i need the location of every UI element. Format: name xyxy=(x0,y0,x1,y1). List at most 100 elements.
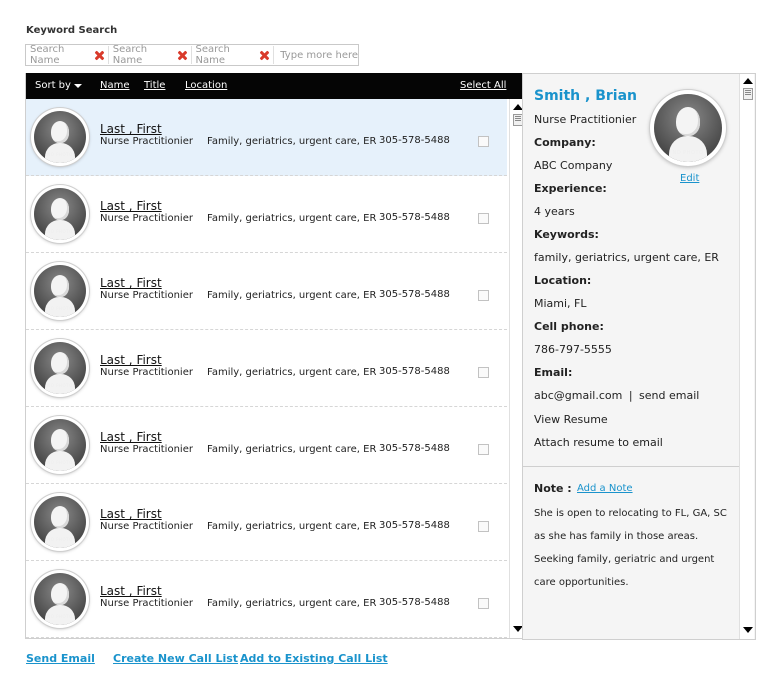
detail-scrollbar[interactable] xyxy=(739,74,754,639)
no-photo-label: NO PHOTO xyxy=(672,150,704,156)
candidate-phone: 305-578-5488 xyxy=(379,135,450,146)
candidate-name-link[interactable]: Last , First xyxy=(100,584,162,598)
avatar: NO PHOTO xyxy=(31,108,89,166)
remove-chip-icon[interactable] xyxy=(259,50,269,61)
candidate-list-panel: Sort by Name Title Location Select All N… xyxy=(25,73,524,639)
avatar: NO PHOTO xyxy=(31,493,89,551)
candidate-name-link[interactable]: Last , First xyxy=(100,430,162,444)
candidate-phone: 305-578-5488 xyxy=(379,212,450,223)
no-photo-label: NO PHOTO xyxy=(47,306,73,311)
candidate-title: Nurse Practitionier xyxy=(100,598,193,609)
keywords-label: Keywords: xyxy=(534,228,599,241)
candidate-keywords: Family, geriatrics, urgent care, ER xyxy=(207,213,377,224)
candidate-title: Nurse Practitionier xyxy=(100,136,193,147)
sort-title-link[interactable]: Title xyxy=(144,80,165,91)
email-line: abc@gmail.com | send email xyxy=(534,389,699,402)
search-input[interactable]: Type more here xyxy=(274,50,358,61)
no-photo-label: NO PHOTO xyxy=(47,229,73,234)
table-row[interactable]: NO PHOTO Last , First Nurse Practitionier F… xyxy=(26,330,507,407)
table-row[interactable]: NO PHOTO Last , First Nurse Practitionier F… xyxy=(26,253,507,330)
candidate-phone: 305-578-5488 xyxy=(379,597,450,608)
row-checkbox[interactable] xyxy=(478,213,489,224)
search-chip: Search Name xyxy=(26,44,109,66)
candidate-name-link[interactable]: Last , First xyxy=(100,276,162,290)
note-line: Seeking family, geriatric and urgent xyxy=(534,554,715,565)
add-existing-call-list-button[interactable]: Add to Existing Call List xyxy=(240,652,388,665)
candidate-keywords: Family, geriatrics, urgent care, ER xyxy=(207,367,377,378)
sort-name-link[interactable]: Name xyxy=(100,80,130,91)
note-label: Note : xyxy=(534,482,572,495)
attach-resume-link[interactable]: Attach resume to email xyxy=(534,436,663,449)
avatar: NO PHOTO xyxy=(31,416,89,474)
note-line: care opportunities. xyxy=(534,577,629,588)
divider xyxy=(523,466,739,467)
row-checkbox[interactable] xyxy=(478,290,489,301)
sort-by-button[interactable]: Sort by xyxy=(35,80,71,91)
table-row[interactable]: NO PHOTO Last , First Nurse Practitionier F… xyxy=(26,407,507,484)
experience-label: Experience: xyxy=(534,182,607,195)
row-checkbox[interactable] xyxy=(478,521,489,532)
candidate-keywords: Family, geriatrics, urgent care, ER xyxy=(207,598,377,609)
sort-caret-icon[interactable] xyxy=(74,84,82,88)
create-call-list-button[interactable]: Create New Call List xyxy=(113,652,238,665)
note-line: as she has family in those areas. xyxy=(534,531,699,542)
avatar: NO PHOTO xyxy=(31,339,89,397)
keyword-search-bar[interactable]: Search Name Search Name Search Name Type… xyxy=(25,44,359,66)
candidate-name-link[interactable]: Last , First xyxy=(100,353,162,367)
search-chip-label: Search Name xyxy=(195,44,230,66)
candidate-keywords: Family, geriatrics, urgent care, ER xyxy=(207,521,377,532)
candidate-name-link[interactable]: Last , First xyxy=(100,199,162,213)
avatar: NO PHOTO xyxy=(31,570,89,628)
note-text: She is open to relocating to FL, GA, SC … xyxy=(534,502,734,594)
no-photo-label: NO PHOTO xyxy=(47,460,73,465)
row-checkbox[interactable] xyxy=(478,136,489,147)
location-value: Miami, FL xyxy=(534,297,587,310)
experience-value: 4 years xyxy=(534,205,575,218)
candidate-phone: 305-578-5488 xyxy=(379,443,450,454)
note-line: She is open to relocating to FL, GA, SC xyxy=(534,508,727,519)
add-note-link[interactable]: Add a Note xyxy=(577,483,633,494)
candidate-title: Nurse Practitionier xyxy=(100,367,193,378)
cell-phone-value: 786-797-5555 xyxy=(534,343,612,356)
table-row[interactable]: NO PHOTO Last , First Nurse Practitionier F… xyxy=(26,176,507,253)
select-all-link[interactable]: Select All xyxy=(460,80,506,91)
row-checkbox[interactable] xyxy=(478,598,489,609)
candidate-title: Nurse Practitionier xyxy=(100,521,193,532)
list-header: Sort by Name Title Location Select All xyxy=(26,73,523,99)
avatar: NO PHOTO xyxy=(31,185,89,243)
table-row[interactable]: NO PHOTO Last , First Nurse Practitionier F… xyxy=(26,484,507,561)
location-label: Location: xyxy=(534,274,592,287)
row-checkbox[interactable] xyxy=(478,444,489,455)
search-chip: Search Name xyxy=(192,44,275,66)
candidate-title: Nurse Practitionier xyxy=(100,444,193,455)
company-value: ABC Company xyxy=(534,159,613,172)
email-value[interactable]: abc@gmail.com xyxy=(534,389,622,402)
candidate-name-link[interactable]: Last , First xyxy=(100,122,162,136)
search-chip-label: Search Name xyxy=(112,44,148,66)
table-row[interactable]: NO PHOTO Last , First Nurse Practitionier F… xyxy=(26,99,507,176)
candidate-keywords: Family, geriatrics, urgent care, ER xyxy=(207,444,377,455)
row-checkbox[interactable] xyxy=(478,367,489,378)
scroll-down-icon[interactable] xyxy=(743,627,753,633)
search-chip: Search Name xyxy=(109,44,192,66)
candidate-phone: 305-578-5488 xyxy=(379,366,450,377)
scroll-up-icon[interactable] xyxy=(743,78,753,84)
detail-avatar: NO PHOTO xyxy=(650,90,726,166)
edit-link[interactable]: Edit xyxy=(680,173,699,184)
send-email-link[interactable]: send email xyxy=(639,389,699,402)
cell-phone-label: Cell phone: xyxy=(534,320,604,333)
keywords-value: family, geriatrics, urgent care, ER xyxy=(534,251,719,264)
scroll-thumb[interactable] xyxy=(743,88,753,100)
view-resume-link[interactable]: View Resume xyxy=(534,413,608,426)
detail-title: Nurse Practitionier xyxy=(534,113,637,126)
email-separator: | xyxy=(628,389,633,402)
send-email-button[interactable]: Send Email xyxy=(26,652,95,665)
candidate-title: Nurse Practitionier xyxy=(100,290,193,301)
candidate-name-link[interactable]: Last , First xyxy=(100,507,162,521)
candidate-keywords: Family, geriatrics, urgent care, ER xyxy=(207,290,377,301)
remove-chip-icon[interactable] xyxy=(94,50,104,61)
candidate-title: Nurse Practitionier xyxy=(100,213,193,224)
sort-location-link[interactable]: Location xyxy=(185,80,227,91)
remove-chip-icon[interactable] xyxy=(177,50,187,61)
table-row[interactable]: NO PHOTO Last , First Nurse Practitionier F… xyxy=(26,561,507,638)
